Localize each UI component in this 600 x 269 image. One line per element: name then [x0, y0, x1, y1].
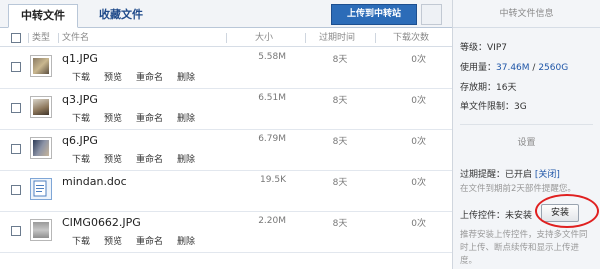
retention-value: 16天: [496, 83, 517, 93]
plugin-label: 上传控件：: [460, 211, 506, 221]
download-link[interactable]: 下载: [72, 111, 90, 124]
size-limit-label: 单文件限制：: [460, 102, 515, 112]
download-link[interactable]: 下载: [72, 152, 90, 165]
expire-time: 8天: [332, 219, 348, 229]
toolbar-extra-button[interactable]: [421, 4, 442, 25]
delete-link[interactable]: 删除: [177, 234, 195, 247]
row-checkbox[interactable]: [11, 185, 21, 195]
header-name: 文件名: [62, 33, 90, 43]
select-all-checkbox[interactable]: [11, 33, 21, 43]
level-row: 等级：VIP7: [460, 40, 507, 53]
usage-row: 使用量：37.46M / 2560G: [460, 60, 568, 73]
preview-link[interactable]: 预览: [104, 70, 122, 83]
image-thumbnail-icon: [30, 55, 52, 77]
expiry-label: 过期提醒：: [460, 170, 506, 180]
tab-transfer-files[interactable]: 中转文件: [8, 4, 78, 28]
settings-title: 设置: [517, 138, 536, 148]
word-document-icon: [30, 178, 52, 200]
file-name[interactable]: q6.JPG: [62, 134, 98, 147]
plugin-status: 未安装: [505, 211, 533, 221]
expiry-reminder-row: 过期提醒：已开启 [关闭]: [460, 167, 560, 180]
expire-time: 8天: [332, 55, 348, 65]
column-divider: [375, 33, 376, 43]
preview-link[interactable]: 预览: [104, 234, 122, 247]
file-name[interactable]: mindan.doc: [62, 175, 127, 188]
header-expire: 过期时间: [319, 33, 356, 43]
download-link[interactable]: 下载: [72, 70, 90, 83]
info-sidebar: 中转文件信息 等级：VIP7 使用量：37.46M / 2560G 存放期：16…: [453, 0, 600, 269]
column-divider: [58, 33, 59, 43]
header-size: 大小: [255, 33, 274, 43]
table-row: q3.JPG 下载 预览 重命名 删除 6.51M 8天 0次: [0, 89, 452, 130]
retention-row: 存放期：16天: [460, 80, 516, 93]
row-checkbox[interactable]: [11, 144, 21, 154]
usage-total: 2560G: [538, 63, 569, 73]
preview-link[interactable]: 预览: [104, 152, 122, 165]
tab-bar: 中转文件 收藏文件 上传到中转站: [0, 0, 452, 28]
table-row: CIMG0662.JPG 下载 预览 重命名 删除 2.20M 8天 0次: [0, 212, 452, 253]
tab-favorite-files[interactable]: 收藏文件: [86, 4, 156, 28]
download-count: 0次: [411, 178, 426, 188]
plugin-row: 上传控件：未安装: [460, 208, 532, 221]
header-downloads: 下载次数: [393, 33, 430, 43]
preview-link[interactable]: 预览: [104, 111, 122, 124]
row-checkbox[interactable]: [11, 103, 21, 113]
table-row: q1.JPG 下载 预览 重命名 删除 5.58M 8天 0次: [0, 48, 452, 89]
expiry-close-link[interactable]: [关闭]: [535, 170, 560, 180]
table-row: mindan.doc 19.5K 8天 0次: [0, 171, 452, 212]
usage-separator: /: [529, 63, 539, 73]
column-divider: [28, 33, 29, 43]
file-size: 2.20M: [258, 216, 286, 226]
expiry-status: 已开启: [505, 170, 533, 180]
file-size: 19.5K: [260, 175, 286, 185]
level-value: VIP7: [487, 43, 507, 53]
delete-link[interactable]: 删除: [177, 152, 195, 165]
file-name[interactable]: CIMG0662.JPG: [62, 216, 141, 229]
download-count: 0次: [411, 219, 426, 229]
file-list-panel: 中转文件 收藏文件 上传到中转站 类型 文件名 大小 过期时间 下载次数 q1.…: [0, 0, 452, 269]
plugin-note: 推荐安装上传控件，支持多文件同时上传、断点续传和显示上传进度。: [460, 230, 588, 266]
image-thumbnail-icon: [30, 96, 52, 118]
size-limit-row: 单文件限制：3G: [460, 99, 527, 112]
file-size: 6.51M: [258, 93, 286, 103]
header-type: 类型: [32, 33, 51, 43]
level-label: 等级：: [460, 43, 488, 53]
table-header: 类型 文件名 大小 过期时间 下载次数: [0, 29, 452, 47]
delete-link[interactable]: 删除: [177, 70, 195, 83]
upload-button[interactable]: 上传到中转站: [331, 4, 417, 25]
download-count: 0次: [411, 137, 426, 147]
size-limit-value: 3G: [514, 102, 527, 112]
file-name[interactable]: q3.JPG: [62, 93, 98, 106]
rename-link[interactable]: 重命名: [136, 234, 163, 247]
expire-time: 8天: [332, 178, 348, 188]
rename-link[interactable]: 重命名: [136, 152, 163, 165]
file-name[interactable]: q1.JPG: [62, 52, 98, 65]
row-checkbox[interactable]: [11, 62, 21, 72]
image-thumbnail-icon: [30, 219, 52, 241]
image-thumbnail-icon: [30, 137, 52, 159]
usage-label: 使用量：: [460, 63, 497, 73]
section-divider: [460, 124, 593, 125]
retention-label: 存放期：: [460, 83, 497, 93]
highlight-circle: [535, 194, 599, 228]
table-row: q6.JPG 下载 预览 重命名 删除 6.79M 8天 0次: [0, 130, 452, 171]
column-divider: [305, 33, 306, 43]
expire-time: 8天: [332, 96, 348, 106]
column-divider: [226, 33, 227, 43]
usage-value: 37.46M: [496, 63, 530, 73]
delete-link[interactable]: 删除: [177, 111, 195, 124]
rename-link[interactable]: 重命名: [136, 111, 163, 124]
download-count: 0次: [411, 96, 426, 106]
file-size: 5.58M: [258, 52, 286, 62]
download-count: 0次: [411, 55, 426, 65]
row-checkbox[interactable]: [11, 226, 21, 236]
file-size: 6.79M: [258, 134, 286, 144]
download-link[interactable]: 下载: [72, 234, 90, 247]
sidebar-title: 中转文件信息: [453, 0, 600, 28]
expire-time: 8天: [332, 137, 348, 147]
rename-link[interactable]: 重命名: [136, 70, 163, 83]
